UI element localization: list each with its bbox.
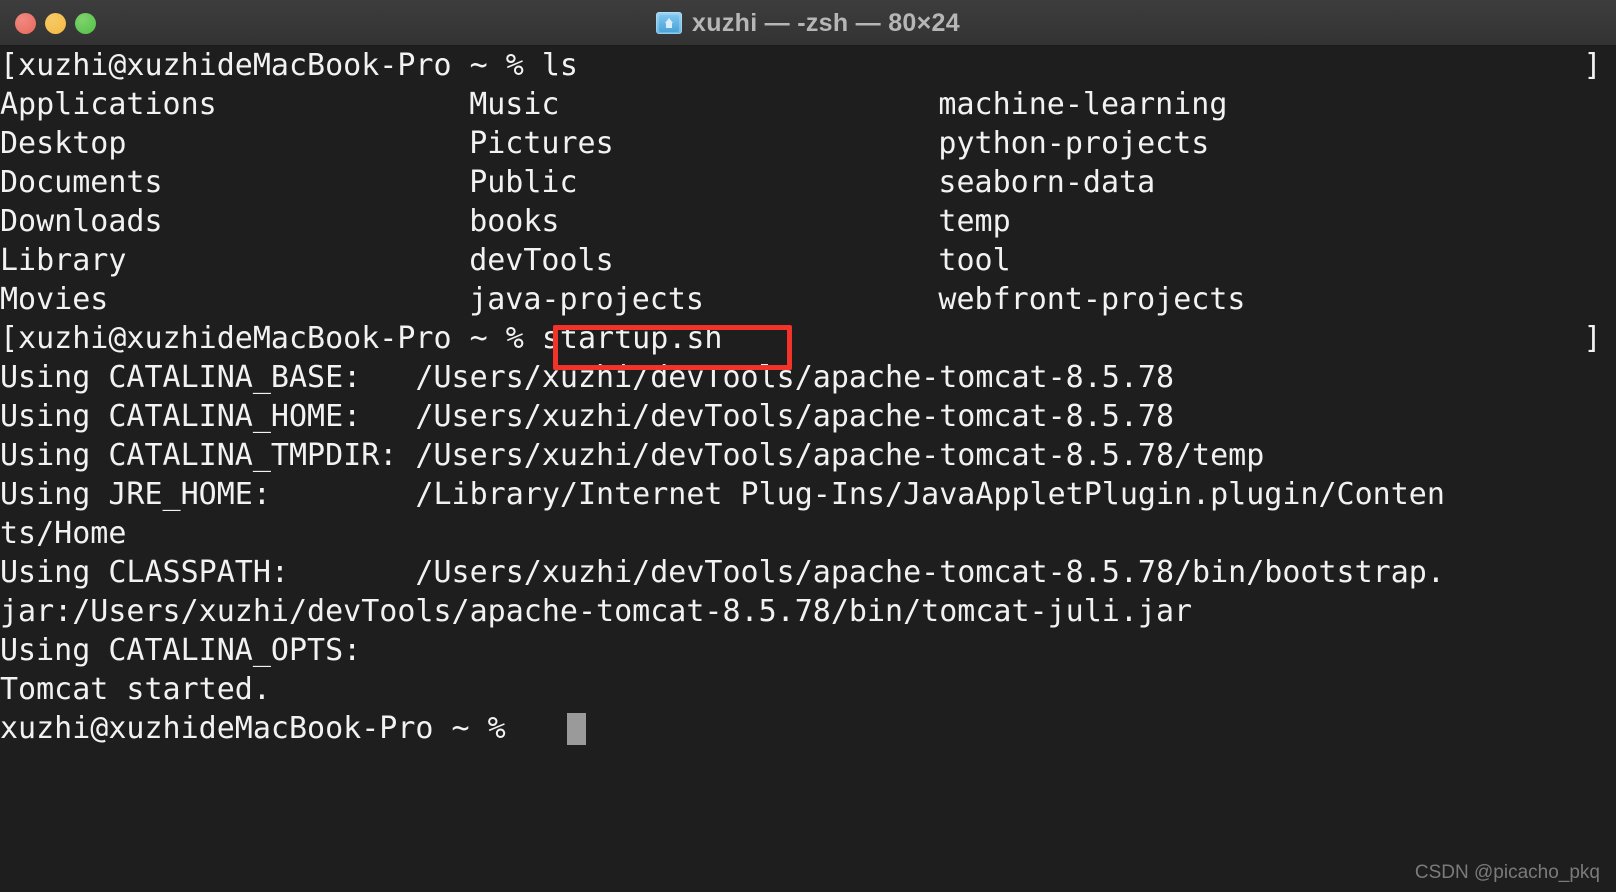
terminal-line: Documents Public seaborn-data [0, 163, 1616, 202]
terminal-text-ls-row-6: Movies [0, 282, 109, 317]
window-controls [15, 0, 96, 46]
terminal-text-ls-row-2: Pictures [469, 126, 614, 161]
terminal-line: Downloads books temp [0, 202, 1616, 241]
terminal-line: Library devTools tool [0, 241, 1616, 280]
terminal-text-prompt-startup: ] [1583, 321, 1602, 356]
terminal-line: xuzhi@xuzhideMacBook-Pro ~ % [0, 709, 1616, 748]
terminal-screen: [xuzhi@xuzhideMacBook-Pro ~ % ls] Applica… [0, 46, 1616, 748]
terminal-text-ls-row-3: seaborn-data [938, 165, 1156, 200]
terminal-text-prompt-ls: [xuzhi@xuzhideMacBook-Pro ~ % ls [0, 48, 578, 83]
terminal-text-ls-row-4: temp [938, 204, 1011, 239]
terminal-line: Movies java-projects webfront-projects [0, 280, 1616, 319]
close-window-button[interactable] [15, 12, 36, 34]
terminal-line: ts/Home [0, 514, 1616, 553]
terminal-line: jar:/Users/xuzhi/devTools/apache-tomcat-… [0, 592, 1616, 631]
terminal-text-prompt-ls: ] [1583, 48, 1602, 83]
terminal-text-ls-row-6: java-projects [469, 282, 704, 317]
terminal-line: Using JRE_HOME: /Library/Internet Plug-I… [0, 475, 1616, 514]
terminal-line: Using CLASSPATH: /Users/xuzhi/devTools/a… [0, 553, 1616, 592]
terminal-text-ls-row-1: Applications [0, 87, 217, 122]
terminal-text-ls-row-4: Downloads [0, 204, 163, 239]
terminal-line: [xuzhi@xuzhideMacBook-Pro ~ % ls] [0, 46, 1616, 85]
terminal-text-ls-row-6: webfront-projects [938, 282, 1246, 317]
terminal-line: Desktop Pictures python-projects [0, 124, 1616, 163]
terminal-text-ls-row-1: machine-learning [938, 87, 1228, 122]
terminal-text-ls-row-5: tool [938, 243, 1011, 278]
terminal-line: Using CATALINA_OPTS: [0, 631, 1616, 670]
terminal-line: Using CATALINA_TMPDIR: /Users/xuzhi/devT… [0, 436, 1616, 475]
terminal-text-prompt-final: xuzhi@xuzhideMacBook-Pro ~ % [0, 711, 524, 746]
terminal-text-ls-row-2: Desktop [0, 126, 127, 161]
window-title: xuzhi — -zsh — 80×24 [692, 8, 960, 37]
terminal-text-ls-row-2: python-projects [938, 126, 1210, 161]
terminal-text-catalina-base: Using CATALINA_BASE: /Users/xuzhi/devToo… [0, 360, 1174, 395]
terminal-text-ls-row-3: Public [469, 165, 578, 200]
terminal-body[interactable]: [xuzhi@xuzhideMacBook-Pro ~ % ls] Applica… [0, 46, 1616, 892]
terminal-line: Using CATALINA_BASE: /Users/xuzhi/devToo… [0, 358, 1616, 397]
terminal-text-tomcat-started: Tomcat started. [0, 672, 271, 707]
terminal-text-catalina-tmpdir: Using CATALINA_TMPDIR: /Users/xuzhi/devT… [0, 438, 1265, 473]
terminal-text-ls-row-1: Music [469, 87, 560, 122]
terminal-line: [xuzhi@xuzhideMacBook-Pro ~ % startup.sh… [0, 319, 1616, 358]
terminal-line: Using CATALINA_HOME: /Users/xuzhi/devToo… [0, 397, 1616, 436]
terminal-text-classpath-line1: Using CLASSPATH: /Users/xuzhi/devTools/a… [0, 555, 1445, 590]
maximize-window-button[interactable] [75, 12, 96, 34]
terminal-text-ls-row-5: Library [0, 243, 127, 278]
terminal-line: Applications Music machine-learning [0, 85, 1616, 124]
terminal-window: xuzhi — -zsh — 80×24 [xuzhi@xuzhideMacBo… [0, 0, 1616, 892]
terminal-cursor [566, 713, 586, 745]
terminal-text-classpath-line2: jar:/Users/xuzhi/devTools/apache-tomcat-… [0, 594, 1193, 629]
terminal-text-ls-row-4: books [469, 204, 560, 239]
window-titlebar: xuzhi — -zsh — 80×24 [0, 0, 1616, 46]
terminal-text-jre-home-line2: ts/Home [0, 516, 127, 551]
terminal-text-catalina-opts: Using CATALINA_OPTS: [0, 633, 362, 668]
terminal-text-prompt-startup: [xuzhi@xuzhideMacBook-Pro ~ % startup.sh [0, 321, 723, 356]
terminal-text-jre-home-line1: Using JRE_HOME: /Library/Internet Plug-I… [0, 477, 1445, 512]
home-folder-icon [656, 12, 683, 34]
terminal-text-ls-row-5: devTools [469, 243, 614, 278]
terminal-text-catalina-home: Using CATALINA_HOME: /Users/xuzhi/devToo… [0, 399, 1174, 434]
watermark: CSDN @picacho_pkq [1414, 862, 1600, 883]
terminal-text-ls-row-3: Documents [0, 165, 163, 200]
terminal-line: Tomcat started. [0, 670, 1616, 709]
minimize-window-button[interactable] [45, 12, 66, 34]
window-title-group: xuzhi — -zsh — 80×24 [0, 0, 1616, 46]
